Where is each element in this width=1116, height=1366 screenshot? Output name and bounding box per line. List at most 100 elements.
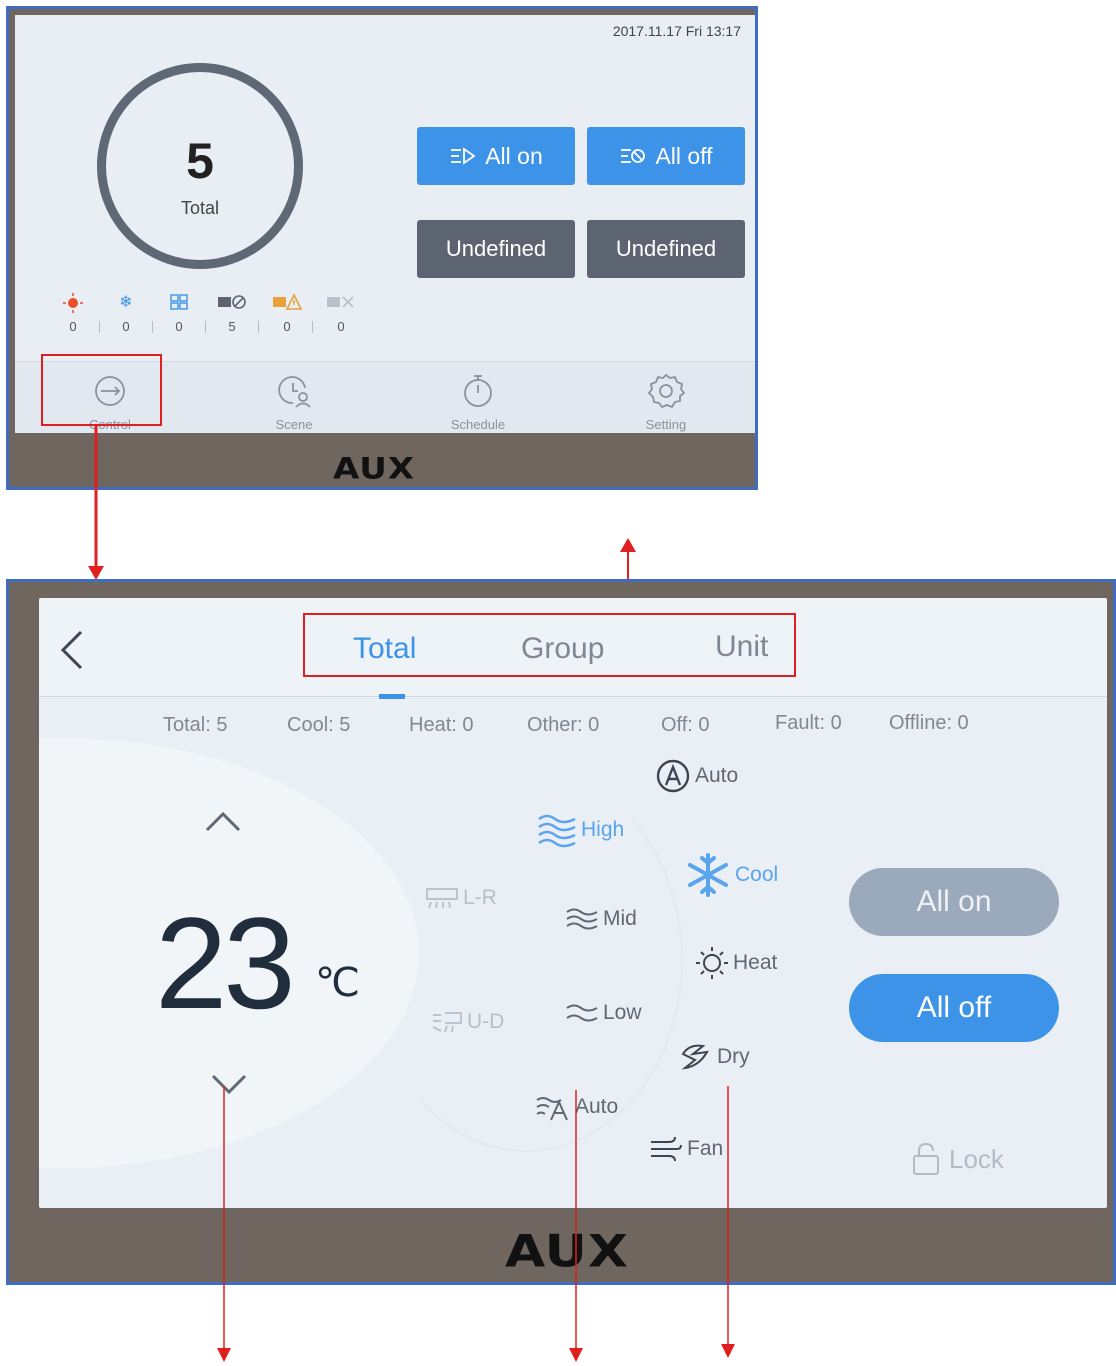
all-on-button[interactable]: All on [417, 127, 575, 185]
divider [312, 321, 313, 333]
lock-label: Lock [949, 1143, 1004, 1174]
temperature-unit: ℃ [315, 961, 360, 1005]
nav-scene-label: Scene [275, 417, 313, 432]
back-arrow-icon[interactable] [57, 628, 87, 672]
nav-scene[interactable]: Scene [239, 372, 349, 432]
total-label: Total [180, 198, 220, 218]
status-fault: 0 [267, 293, 307, 334]
stopwatch-icon [464, 375, 492, 407]
mode-cool-option[interactable]: Cool [685, 852, 778, 898]
undefined-button-1[interactable]: Undefined [417, 220, 575, 278]
tabs-highlight-box [303, 613, 796, 677]
stat-off: Off: 0 [661, 714, 710, 736]
wind-icon [651, 1136, 682, 1162]
nav-setting[interactable]: Setting [611, 372, 721, 432]
mode-auto-option[interactable]: Auto [655, 758, 738, 794]
status-cool: ❄ 0 [106, 293, 146, 334]
brand-logo: AUX [333, 452, 416, 486]
all-on-label: All on [485, 142, 543, 169]
arrow-down-icon [721, 1086, 735, 1358]
datetime: 2017.11.17 Fri 13:17 [612, 23, 741, 39]
stat-cool: Cool: 5 [287, 714, 351, 736]
fan-high-icon [538, 814, 576, 848]
status-heat-value: 0 [69, 319, 77, 334]
stat-offline: Offline: 0 [889, 712, 969, 734]
all-off-pill-button[interactable]: All off [849, 974, 1059, 1042]
lock-toggle[interactable]: Lock [911, 1142, 1004, 1176]
nav-schedule-label: Schedule [450, 417, 506, 432]
control-highlight-box [41, 354, 162, 426]
mode-cool-label: Cool [735, 863, 779, 886]
fan-low-label: Low [603, 1001, 642, 1024]
tab-indicator [379, 694, 405, 699]
scene-icon [278, 376, 311, 408]
stat-fault: Fault: 0 [775, 712, 842, 734]
fan-low-icon [566, 1004, 598, 1022]
status-other-value: 0 [175, 319, 183, 334]
sun-icon [696, 947, 728, 979]
snowflake-icon [688, 853, 728, 897]
divider [99, 321, 100, 333]
status-offline: 0 [321, 293, 361, 334]
unit-fault-icon [267, 293, 307, 313]
fan-mid-icon [566, 908, 598, 930]
stat-heat: Heat: 0 [409, 714, 474, 736]
all-on-pill-button[interactable]: All on [849, 868, 1059, 936]
control-panel-detail: Total Group Unit Total: 5 Cool: 5 Heat: … [6, 579, 1116, 1285]
divider [205, 321, 206, 333]
temp-up-chevron-icon[interactable] [203, 810, 243, 834]
gear-icon [647, 373, 686, 409]
unit-offline-icon [321, 293, 361, 313]
status-cool-value: 0 [122, 319, 130, 334]
nav-schedule[interactable]: Schedule [423, 372, 533, 432]
status-fault-value: 0 [283, 319, 291, 334]
arrow-down-icon [569, 1090, 583, 1362]
unit-off-icon [212, 293, 252, 313]
mode-auto-label: Auto [695, 764, 739, 787]
fan-mid-option[interactable]: Mid [565, 904, 637, 934]
fan-high-label: High [581, 818, 625, 841]
temperature-value: 23 [155, 890, 296, 1036]
all-off-label: All off [655, 142, 713, 169]
swing-lr-icon [426, 888, 458, 909]
fan-high-option[interactable]: High [537, 812, 624, 848]
fan-speed-arc [369, 768, 683, 1152]
mode-auto-icon [656, 759, 690, 793]
all-off-icon [621, 149, 646, 163]
total-units-ring: 5 Total [97, 63, 303, 269]
snowflake-icon: ❄ [119, 294, 133, 311]
divider [152, 321, 153, 333]
mode-heat-option[interactable]: Heat [695, 946, 777, 980]
status-off: 5 [212, 293, 252, 334]
undefined-label-1: Undefined [445, 236, 547, 261]
mode-fan-option[interactable]: Fan [649, 1134, 723, 1164]
grid-icon [159, 293, 199, 313]
mode-dry-label: Dry [717, 1045, 750, 1068]
undefined-button-2[interactable]: Undefined [587, 220, 745, 278]
all-on-icon [451, 147, 476, 165]
fan-low-option[interactable]: Low [565, 998, 642, 1028]
total-count: 5 [186, 133, 214, 189]
swing-ud-option[interactable]: U-D [431, 1010, 504, 1034]
swing-lr-label: L-R [463, 886, 497, 909]
status-off-value: 5 [228, 319, 236, 334]
arrow-down-icon [217, 1086, 231, 1362]
swing-ud-label: U-D [467, 1010, 505, 1033]
all-off-button[interactable]: All off [587, 127, 745, 185]
status-other: 0 [159, 293, 199, 334]
status-heat: 0 [53, 293, 93, 334]
status-offline-value: 0 [337, 319, 345, 334]
lock-icon [913, 1142, 939, 1175]
swing-lr-option[interactable]: L-R [425, 886, 497, 910]
stat-total: Total: 5 [163, 714, 228, 736]
mode-dry-option[interactable]: Dry [679, 1040, 750, 1074]
swing-ud-icon [432, 1012, 462, 1033]
divider [258, 321, 259, 333]
stat-other: Other: 0 [527, 714, 600, 736]
nav-setting-label: Setting [645, 417, 687, 432]
sun-icon [53, 293, 93, 313]
fan-mid-label: Mid [603, 907, 637, 930]
dry-icon [681, 1044, 709, 1070]
mode-heat-label: Heat [733, 951, 778, 974]
undefined-label-2: Undefined [615, 236, 717, 261]
